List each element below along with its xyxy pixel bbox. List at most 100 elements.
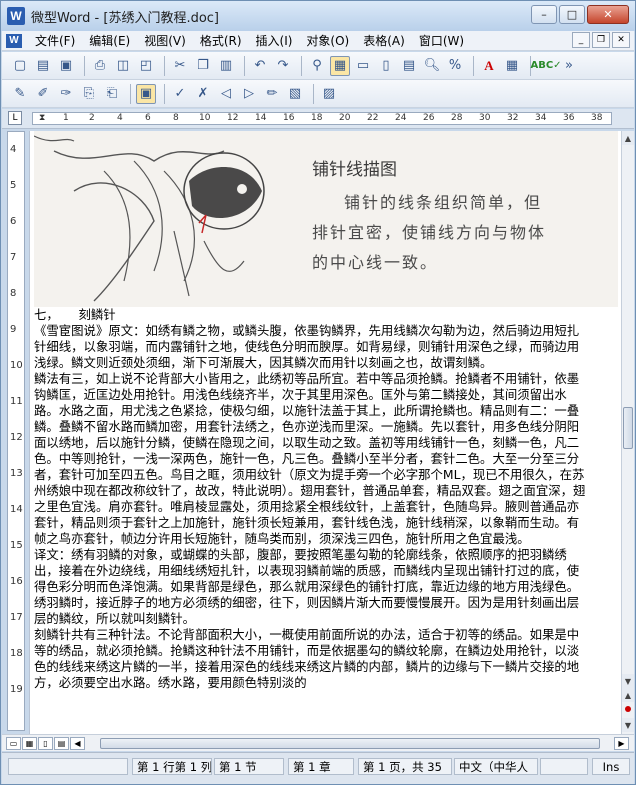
menu-file[interactable]: 文件(F)	[28, 32, 82, 50]
vruler-number: 9	[10, 324, 17, 335]
figure-caption: 铺针线描图	[312, 160, 397, 180]
toolbar-separator	[313, 83, 314, 104]
insert-field-icon[interactable]: ▦	[502, 56, 522, 76]
print-icon[interactable]: ⎙	[90, 56, 110, 76]
vruler-number: 16	[10, 576, 23, 587]
previous-change-icon[interactable]: ◁	[216, 84, 236, 104]
normal-view-button-icon[interactable]: ▭	[6, 737, 21, 750]
next-change-icon[interactable]: ▷	[239, 84, 259, 104]
spellcheck-icon[interactable]: ABC✓	[530, 56, 561, 76]
vruler-number: 12	[10, 432, 23, 443]
export-pdf-icon[interactable]: ◫	[113, 56, 133, 76]
figure-text-line: 铺针的线条组织简单，但	[344, 193, 543, 212]
toolbar-separator	[244, 55, 245, 76]
ruler-number: 1	[63, 113, 69, 123]
notes-icon[interactable]: ▧	[285, 84, 305, 104]
previous-page-icon[interactable]: ▲	[622, 688, 634, 702]
ruler-number: 12	[227, 113, 239, 123]
vertical-ruler[interactable]: 4 5 6 7 8 9 10 11 12 13 14 15 16 17 18 1…	[7, 131, 25, 731]
next-page-icon[interactable]: ▼	[622, 718, 634, 732]
open-folder-icon[interactable]: ▤	[33, 56, 53, 76]
doc-minimize-button[interactable]: _	[572, 32, 590, 48]
new-document-icon[interactable]: ▢	[10, 56, 30, 76]
menu-insert[interactable]: 插入(I)	[249, 32, 300, 50]
merge-icon[interactable]: ⎗	[102, 84, 122, 104]
ruler-toggle-icon[interactable]: ▦	[330, 55, 350, 76]
highlight-icon[interactable]: ✏	[262, 84, 282, 104]
menu-table[interactable]: 表格(A)	[356, 32, 412, 50]
status-insert-mode[interactable]: Ins	[592, 758, 630, 775]
close-button[interactable]: ✕	[587, 5, 629, 24]
undo-icon[interactable]: ↶	[250, 56, 270, 76]
horizontal-scroll-thumb[interactable]	[100, 738, 600, 749]
document-icon[interactable]: W	[6, 33, 22, 48]
percent-icon[interactable]: %	[445, 56, 465, 76]
print-view-button-icon[interactable]: ▯	[38, 737, 53, 750]
vruler-number: 6	[10, 216, 17, 227]
vertical-scrollbar[interactable]: ▲ ▼ ▲ ▼	[621, 131, 634, 734]
toolbar-separator	[164, 55, 165, 76]
document-page[interactable]: 铺针线描图 铺针的线条组织简单，但 排针宜密，使铺线方向与物体 的中心线一致。 …	[29, 131, 621, 734]
menu-window[interactable]: 窗口(W)	[412, 32, 471, 50]
word-app-icon: W	[7, 7, 25, 25]
ruler-number: 36	[563, 113, 575, 123]
toolbar-overflow-icon[interactable]: »	[559, 56, 579, 76]
ruler-number: 26	[423, 113, 435, 123]
menu-format[interactable]: 格式(R)	[193, 32, 249, 50]
vruler-number: 14	[10, 504, 23, 515]
outline-view-icon[interactable]: ▤	[399, 56, 419, 76]
zoom-icon[interactable]: 🔍︎	[422, 56, 442, 76]
horizontal-scrollbar[interactable]: ▭ ▦ ▯ ▤ ◀ ▶	[2, 734, 634, 751]
comment-icon[interactable]: ✑	[56, 84, 76, 104]
ruler-number: 10	[199, 113, 211, 123]
scroll-down-arrow-icon[interactable]: ▼	[622, 674, 634, 688]
doc-restore-button[interactable]: ❐	[592, 32, 610, 48]
copy-icon[interactable]: ❐	[193, 56, 213, 76]
cut-icon[interactable]: ✂	[170, 56, 190, 76]
vertical-scroll-thumb[interactable]	[623, 407, 633, 449]
reviewing-pane-icon[interactable]: ▣	[136, 83, 156, 104]
doc-close-button[interactable]: ✕	[612, 32, 630, 48]
print-preview-icon[interactable]: ◰	[136, 56, 156, 76]
outline-view-button-icon[interactable]: ▤	[54, 737, 69, 750]
browse-object-icon[interactable]	[625, 706, 631, 712]
page-view-icon[interactable]: ▯	[376, 56, 396, 76]
reject-change-icon[interactable]: ✗	[193, 84, 213, 104]
normal-view-icon[interactable]: ▭	[353, 56, 373, 76]
save-icon[interactable]: ▣	[56, 56, 76, 76]
paste-icon[interactable]: ▥	[216, 56, 236, 76]
ruler-number: 14	[255, 113, 267, 123]
accept-change-icon[interactable]: ✓	[170, 84, 190, 104]
minimize-button[interactable]: –	[531, 5, 557, 24]
status-position: 第 1 行第 1 列	[132, 758, 212, 775]
menu-edit[interactable]: 编辑(E)	[82, 32, 137, 50]
tab-stop-selector[interactable]: L	[8, 111, 22, 125]
menu-view[interactable]: 视图(V)	[137, 32, 193, 50]
track-changes-icon[interactable]: ✎	[10, 84, 30, 104]
review-settings-icon[interactable]: ▨	[319, 84, 339, 104]
find-icon[interactable]: ⚲	[307, 56, 327, 76]
status-page: 第 1 页，共 35	[358, 758, 452, 775]
web-view-button-icon[interactable]: ▦	[22, 737, 37, 750]
scroll-up-arrow-icon[interactable]: ▲	[622, 131, 634, 145]
menu-object[interactable]: 对象(O)	[299, 32, 356, 50]
maximize-button[interactable]: □	[559, 5, 585, 24]
goldfish-line-drawing-icon	[34, 135, 265, 302]
redo-icon[interactable]: ↷	[273, 56, 293, 76]
menu-bar: W 文件(F) 编辑(E) 视图(V) 格式(R) 插入(I) 对象(O) 表格…	[2, 31, 634, 51]
ruler-number: 16	[283, 113, 295, 123]
scroll-right-arrow-icon[interactable]: ▶	[614, 737, 629, 750]
horizontal-ruler-bar: L ⧗ 1 2 4 6 8 10 12 14 16 18 20 22 24 26…	[2, 109, 634, 129]
scroll-left-arrow-icon[interactable]: ◀	[70, 737, 85, 750]
ruler-indent-marker[interactable]: ⧗	[39, 113, 45, 123]
status-section: 第 1 节	[214, 758, 284, 775]
document-body[interactable]: 七， 刻鳞针 《雪宦图说》原文：如绣有鳞之物，或鳞头腹，依墨钩鳞界，先用线鳞次勾…	[34, 307, 588, 691]
figure-text-line: 的中心线一致。	[312, 253, 439, 272]
horizontal-ruler[interactable]: ⧗ 1 2 4 6 8 10 12 14 16 18 20 22 24 26 2…	[32, 112, 612, 125]
edit-note-icon[interactable]: ✐	[33, 84, 53, 104]
font-color-icon[interactable]: A	[479, 56, 499, 76]
review-toolbar: ✎ ✐ ✑ ⎘ ⎗ ▣ ✓ ✗ ◁ ▷ ✏ ▧ ▨	[2, 80, 634, 108]
view-buttons: ▭ ▦ ▯ ▤ ◀	[6, 737, 86, 750]
title-bar: W 微型Word - [苏绣入门教程.doc] – □ ✕	[1, 1, 635, 31]
compare-icon[interactable]: ⎘	[79, 84, 99, 104]
